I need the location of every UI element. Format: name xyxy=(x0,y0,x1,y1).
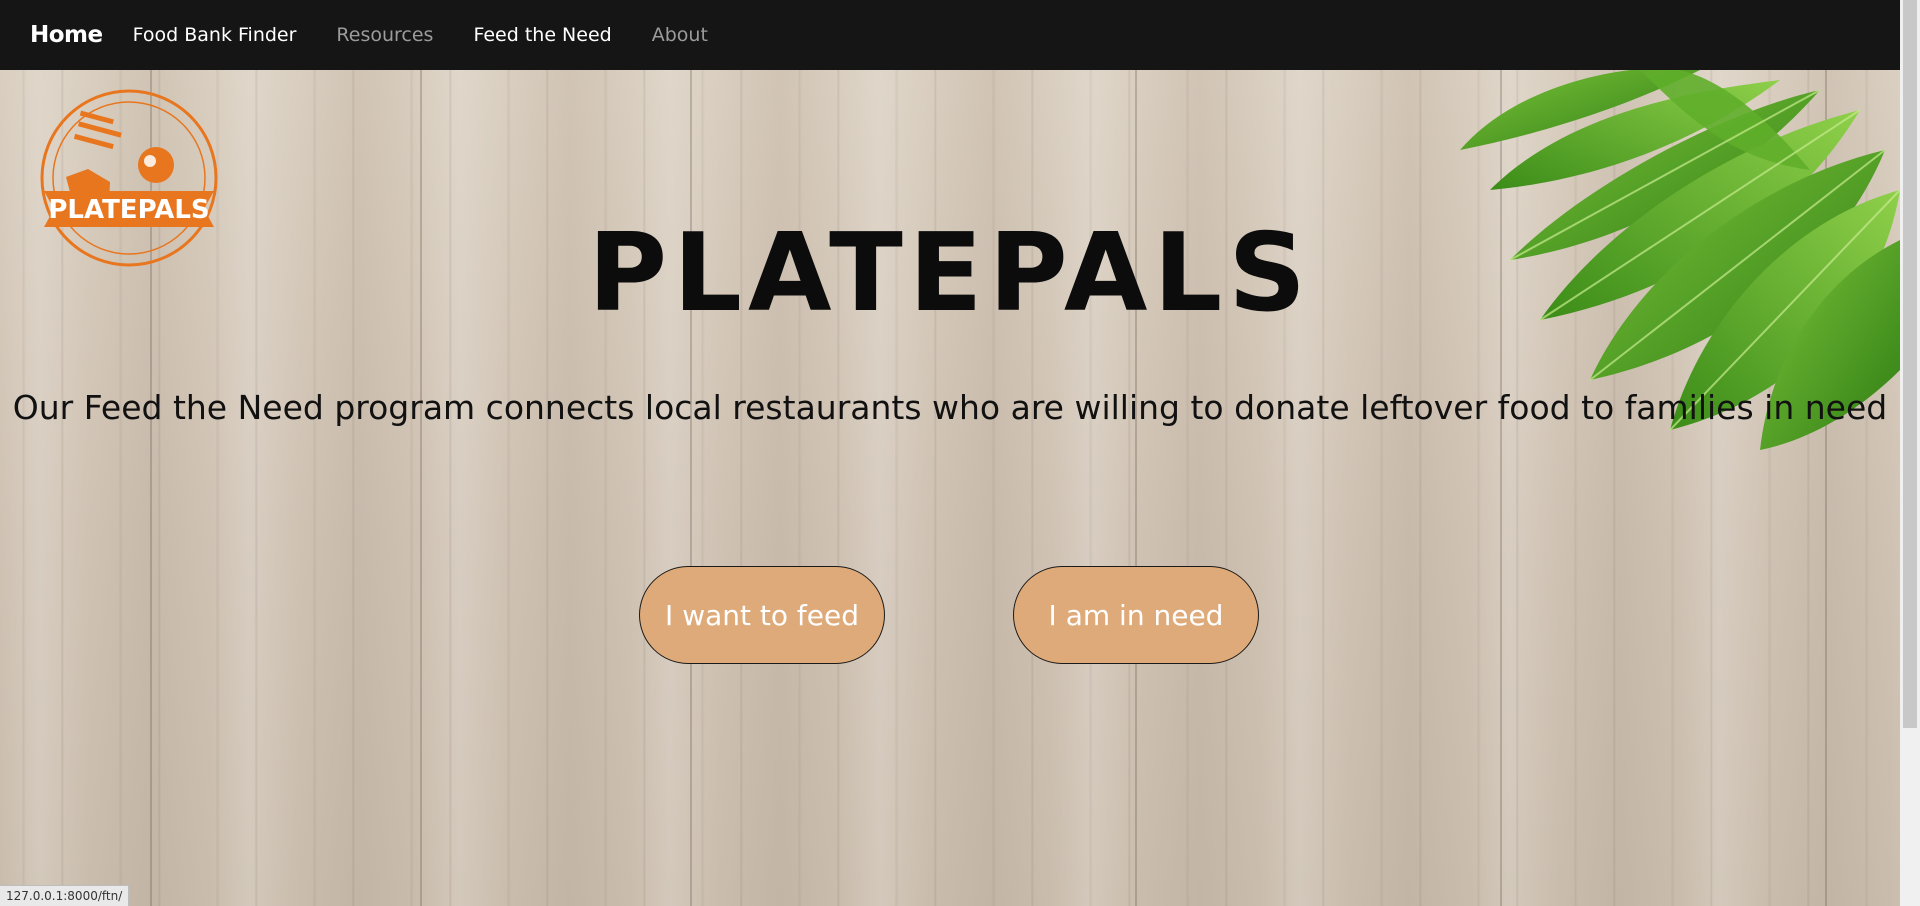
tagline: Our Feed the Need program connects local… xyxy=(12,388,1888,427)
vertical-scrollbar[interactable] xyxy=(1900,0,1920,906)
top-navbar: Home Food Bank Finder Resources Feed the… xyxy=(0,0,1900,70)
wood-grain-line xyxy=(1135,70,1137,906)
nav-link-about[interactable]: About xyxy=(652,24,708,46)
page: Home Food Bank Finder Resources Feed the… xyxy=(0,0,1920,906)
browser-status-url: 127.0.0.1:8000/ftn/ xyxy=(0,885,130,906)
i-am-in-need-button[interactable]: I am in need xyxy=(1013,566,1259,664)
nav-link-food-bank-finder[interactable]: Food Bank Finder xyxy=(133,24,297,46)
wood-grain-line xyxy=(690,70,692,906)
hero-section: PLATEPALS PLATEPALS Our Feed the Need pr… xyxy=(0,70,1900,906)
nav-link-feed-the-need[interactable]: Feed the Need xyxy=(473,24,611,46)
nav-link-resources[interactable]: Resources xyxy=(336,24,433,46)
i-want-to-feed-button[interactable]: I want to feed xyxy=(639,566,885,664)
page-title: PLATEPALS xyxy=(587,211,1313,336)
nav-home-link[interactable]: Home xyxy=(30,22,103,48)
scrollbar-thumb[interactable] xyxy=(1903,0,1917,728)
wood-grain-line xyxy=(420,70,422,906)
